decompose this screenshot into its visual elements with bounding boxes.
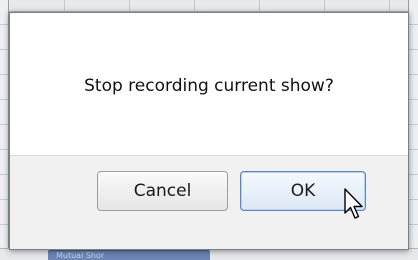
cancel-button[interactable]: Cancel [97, 171, 228, 211]
background-selected-item: Mutual Shor [48, 250, 210, 260]
background-selected-item-label: Mutual Shor [56, 251, 105, 260]
background-right-panel [408, 0, 418, 260]
dialog-body: Stop recording current show? [10, 13, 408, 155]
background-left-panel [0, 0, 9, 260]
background-toolbar [0, 0, 418, 12]
dialog-message: Stop recording current show? [84, 76, 334, 96]
arrow-pointer-icon [344, 188, 363, 219]
